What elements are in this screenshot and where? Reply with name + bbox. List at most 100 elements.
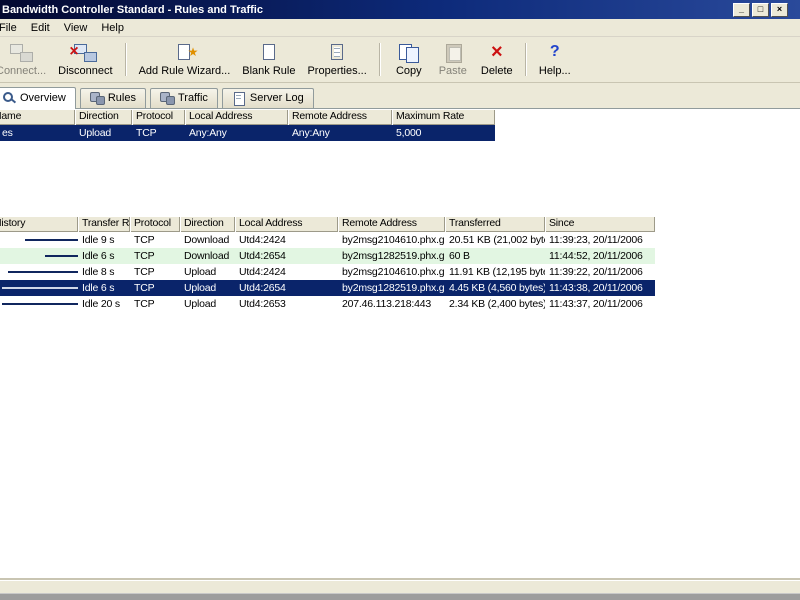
red-x-overlay-icon [69, 44, 78, 60]
disconnect-icon [72, 43, 98, 63]
menu-edit[interactable]: Edit [24, 20, 57, 36]
taskbar-strip [0, 593, 800, 600]
tab-strip: Overview Rules Traffic Server Log [0, 83, 800, 109]
traffic-column-remote-address[interactable]: Remote Address [338, 216, 445, 232]
rules-column-remote-address[interactable]: Remote Address [288, 109, 392, 125]
local-address-cell: Utd4:2424 [239, 266, 286, 278]
menu-help[interactable]: Help [94, 20, 131, 36]
menu-view[interactable]: View [57, 20, 95, 36]
menu-bar: File Edit View Help [0, 19, 800, 37]
rule-protocol-cell: TCP [136, 127, 157, 139]
paste-label: Paste [438, 64, 467, 77]
properties-button[interactable]: Properties... [301, 41, 372, 79]
menu-file[interactable]: File [0, 20, 24, 36]
traffic-column-since[interactable]: Since [545, 216, 655, 232]
add-rule-wizard-button[interactable]: Add Rule Wizard... [133, 41, 237, 79]
direction-cell: Upload [184, 282, 217, 294]
history-cell [0, 248, 78, 264]
title-bar[interactable]: Bandwidth Controller Standard - Rules an… [0, 0, 800, 19]
disconnect-button[interactable]: Disconnect [52, 41, 118, 79]
traffic-row[interactable]: Idle 20 s TCP Upload Utd4:2653 207.46.11… [0, 296, 655, 312]
transfer-rate-cell: Idle 9 s [82, 234, 115, 246]
help-icon [542, 43, 568, 63]
maximize-button[interactable]: □ [752, 2, 769, 17]
traffic-row[interactable]: Idle 6 s TCP Download Utd4:2654 by2msg12… [0, 248, 655, 264]
screen: Bandwidth Controller Standard - Rules an… [0, 0, 800, 600]
delete-icon [484, 43, 510, 63]
protocol-cell: TCP [134, 298, 155, 310]
protocol-cell: TCP [134, 266, 155, 278]
rule-name-cell: es [2, 127, 13, 139]
transferred-cell: 60 B [449, 250, 470, 262]
rules-column-direction[interactable]: Direction [75, 109, 132, 125]
tab-rules-label: Rules [107, 92, 136, 104]
copy-button[interactable]: Copy [387, 41, 431, 79]
history-cell [0, 232, 78, 248]
tab-traffic[interactable]: Traffic [149, 88, 218, 108]
traffic-row[interactable]: Idle 8 s TCP Upload Utd4:2424 by2msg2104… [0, 264, 655, 280]
page-glyph [262, 43, 275, 60]
rule-local-address-cell: Any:Any [189, 127, 227, 139]
help-button[interactable]: Help... [533, 41, 577, 79]
history-cell [0, 280, 78, 296]
rules-table-header: Name Direction Protocol Local Address Re… [0, 109, 495, 125]
protocol-cell: TCP [134, 250, 155, 262]
rules-column-maximum-rate[interactable]: Maximum Rate [392, 109, 495, 125]
protocol-cell: TCP [134, 234, 155, 246]
blank-rule-button[interactable]: Blank Rule [236, 41, 301, 79]
paste-icon [440, 43, 466, 63]
disconnect-label: Disconnect [58, 64, 113, 77]
window-controls: _ □ × [733, 2, 800, 17]
traffic-column-direction[interactable]: Direction [180, 216, 235, 232]
traffic-column-transferred[interactable]: Transferred [445, 216, 545, 232]
connect-icon [8, 43, 34, 63]
traffic-column-transfer-rate[interactable]: Transfer Rate [78, 216, 130, 232]
traffic-row-selected[interactable]: Idle 6 s TCP Upload Utd4:2654 by2msg1282… [0, 280, 655, 296]
since-cell: 11:44:52, 20/11/2006 [549, 250, 643, 262]
copy-label: Copy [395, 64, 422, 77]
direction-cell: Upload [184, 266, 217, 278]
transfer-rate-cell: Idle 6 s [82, 282, 115, 294]
rules-icon [89, 92, 105, 105]
toolbar-separator [124, 43, 127, 76]
remote-address-cell: by2msg1282519.phx.gbl:1 [342, 250, 445, 262]
transfer-rate-cell: Idle 20 s [82, 298, 120, 310]
rules-column-local-address[interactable]: Local Address [185, 109, 288, 125]
rules-column-name[interactable]: Name [0, 109, 75, 125]
rule-direction-cell: Upload [79, 127, 112, 139]
blank-rule-icon [256, 43, 282, 63]
rules-table: Name Direction Protocol Local Address Re… [0, 109, 495, 141]
window-title: Bandwidth Controller Standard - Rules an… [2, 3, 263, 16]
close-button[interactable]: × [771, 2, 788, 17]
traffic-row[interactable]: Idle 9 s TCP Download Utd4:2424 by2msg21… [0, 232, 655, 248]
tab-overview[interactable]: Overview [0, 87, 76, 109]
transferred-cell: 2.34 KB (2,400 bytes) [449, 298, 545, 310]
delete-button[interactable]: Delete [475, 41, 519, 79]
paste-button[interactable]: Paste [431, 41, 475, 79]
protocol-cell: TCP [134, 282, 155, 294]
local-address-cell: Utd4:2654 [239, 282, 286, 294]
tab-rules[interactable]: Rules [79, 88, 146, 108]
since-cell: 11:39:23, 20/11/2006 [549, 234, 643, 246]
remote-address-cell: 207.46.113.218:443 [342, 298, 432, 310]
history-sparkline [45, 255, 78, 257]
transfer-rate-cell: Idle 8 s [82, 266, 115, 278]
connect-button[interactable]: Connect... [0, 41, 52, 79]
overview-icon [2, 92, 16, 104]
minimize-button[interactable]: _ [733, 2, 750, 17]
traffic-column-local-address[interactable]: Local Address [235, 216, 338, 232]
rule-row[interactable]: es Upload TCP Any:Any Any:Any 5,000 [0, 125, 495, 141]
tab-server-log[interactable]: Server Log [221, 88, 314, 108]
remote-address-cell: by2msg2104610.phx.gbl:1 [342, 266, 445, 278]
blank-rule-label: Blank Rule [242, 64, 296, 77]
local-address-cell: Utd4:2653 [239, 298, 286, 310]
copy-icon [396, 43, 422, 63]
history-cell [0, 296, 78, 312]
traffic-column-history[interactable]: History [0, 216, 78, 232]
transferred-cell: 20.51 KB (21,002 bytes) [449, 234, 545, 246]
rules-column-protocol[interactable]: Protocol [132, 109, 185, 125]
traffic-column-protocol[interactable]: Protocol [130, 216, 180, 232]
app-window: Bandwidth Controller Standard - Rules an… [0, 0, 800, 593]
server-log-icon [232, 92, 246, 106]
since-cell: 11:39:22, 20/11/2006 [549, 266, 643, 278]
